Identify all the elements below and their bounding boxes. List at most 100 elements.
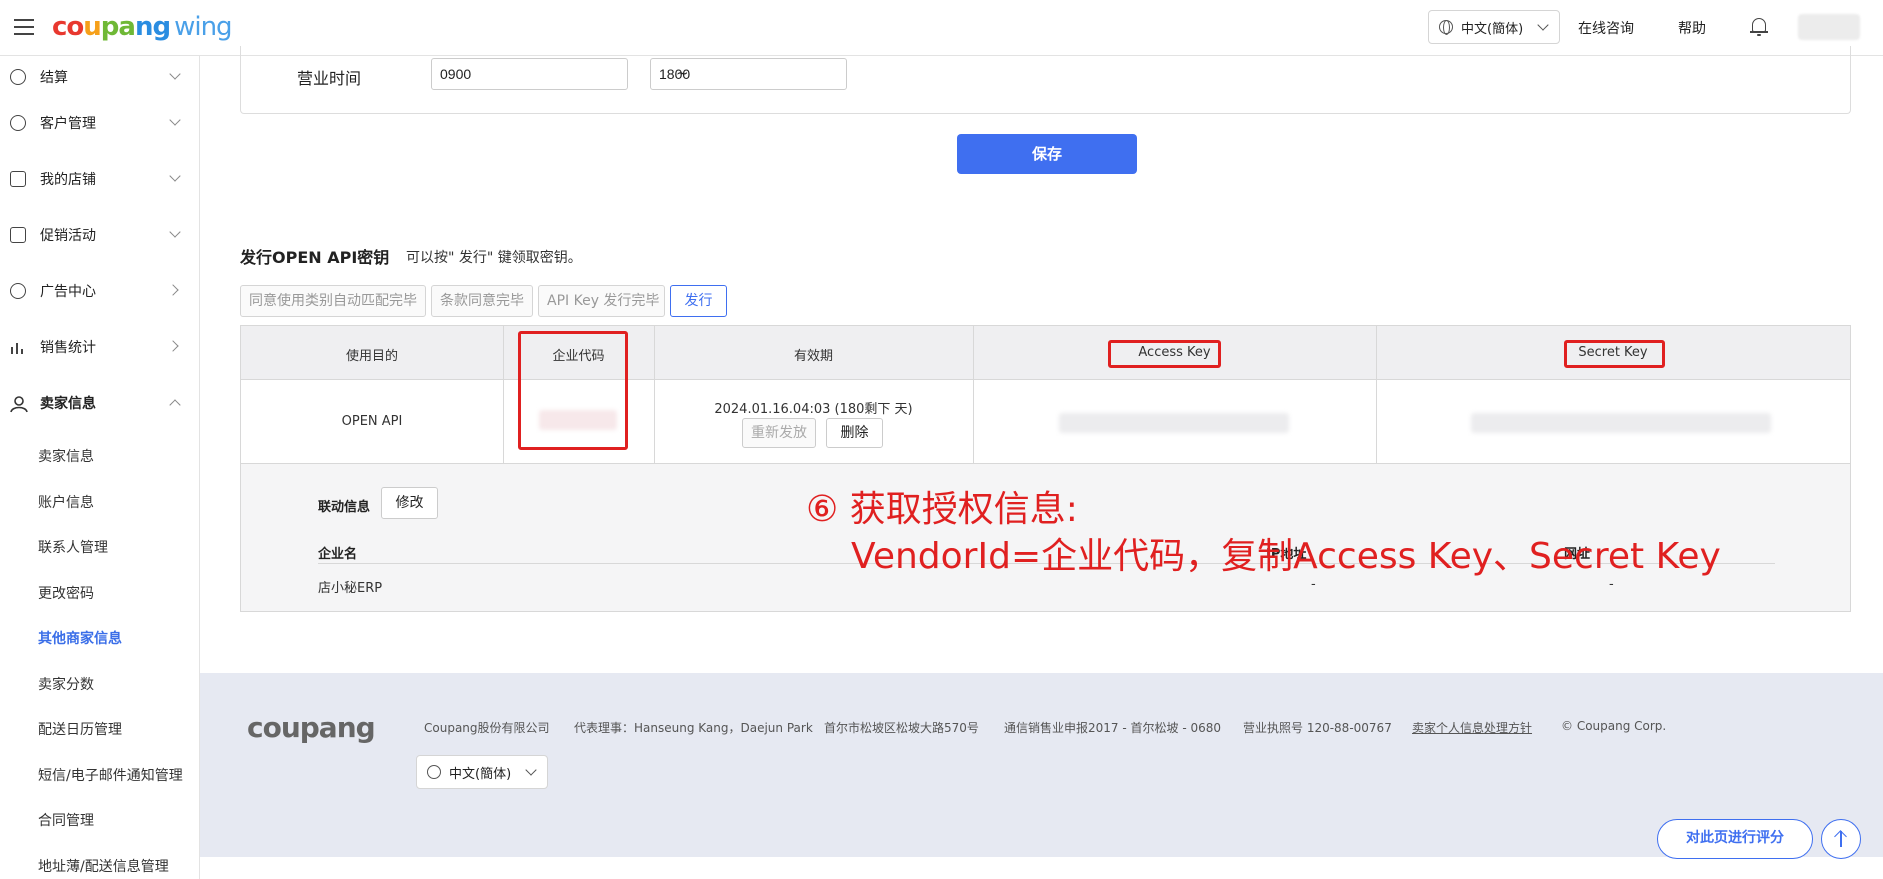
sidebar-item-label: 结算 xyxy=(40,70,68,86)
sidebar-subitem-account-info[interactable]: 账户信息 xyxy=(38,492,94,512)
chevron-down-icon xyxy=(1537,19,1549,31)
logo-wing: wing xyxy=(174,12,232,42)
scroll-top-button[interactable] xyxy=(1821,819,1861,859)
logo-part: u xyxy=(83,12,101,42)
sidebar-item-ads[interactable]: 广告中心 xyxy=(0,276,199,306)
footer-telecom: 通信销售业申报2017 - 首尔松坡 - 0680 xyxy=(1004,721,1221,735)
arrow-up-head xyxy=(1834,830,1847,843)
footer-company: Coupang股份有限公司 xyxy=(424,721,550,735)
footer-copyright: © Coupang Corp. xyxy=(1561,719,1667,733)
online-consult-link[interactable]: 在线咨询 xyxy=(1578,18,1634,38)
footer-license: 营业执照号 120-88-00767 xyxy=(1243,721,1392,735)
footer-address: 首尔市松坡区松坡大路570号 xyxy=(824,721,979,735)
sidebar-item-label: 促销活动 xyxy=(40,228,96,244)
footer: coupang Coupang股份有限公司 代表理事：Hanseung Kang… xyxy=(200,673,1883,859)
bar-chart-icon xyxy=(10,339,26,355)
sidebar-subitem-delivery-calendar[interactable]: 配送日历管理 xyxy=(38,719,122,739)
sidebar-subitem-address-book[interactable]: 地址薄/配送信息管理 xyxy=(38,856,169,876)
globe-icon xyxy=(427,765,441,779)
sidebar-item-settlement[interactable]: 结算 xyxy=(0,62,199,92)
logo-part: ng xyxy=(134,12,171,42)
sidebar-item-label: 销售统计 xyxy=(40,340,96,356)
sidebar: 结算 客户管理 我的店铺 促销活动 广告中心 销售统计 卖家信息 卖家信息 账户… xyxy=(0,56,200,879)
sidebar-subitem-other-merchant-info[interactable]: 其他商家信息 xyxy=(38,628,122,648)
column-header-purpose: 使用目的 xyxy=(345,349,398,364)
logo-part: co xyxy=(52,12,84,42)
step-terms-agree: 条款同意完毕 xyxy=(431,285,533,317)
reissue-button[interactable]: 重新发放 xyxy=(742,418,816,448)
language-value: 中文(簡体) xyxy=(1461,21,1524,37)
coupang-wing-logo[interactable]: coupang wing xyxy=(52,12,233,42)
logo-part: pa xyxy=(100,12,136,42)
delete-button[interactable]: 删除 xyxy=(826,418,883,448)
highlight-access-key xyxy=(1108,340,1221,368)
issue-button[interactable]: 发行 xyxy=(670,285,727,317)
sidebar-subitem-notifications[interactable]: 短信/电子邮件通知管理 xyxy=(38,765,183,785)
modify-button[interactable]: 修改 xyxy=(381,487,438,519)
column-divider xyxy=(503,326,504,464)
cell-validity: 2024.01.16.04:03 (180剩下 天) xyxy=(714,402,913,417)
store-icon xyxy=(10,171,26,187)
chevron-down-icon xyxy=(169,114,181,126)
business-hours-section: 营业时间 0900 ~ 1800 xyxy=(240,46,1851,114)
help-link[interactable]: 帮助 xyxy=(1678,18,1706,38)
smile-icon xyxy=(10,115,26,131)
sidebar-subitem-change-password[interactable]: 更改密码 xyxy=(38,583,94,603)
column-header-validity: 有效期 xyxy=(793,349,833,364)
access-key-redacted xyxy=(1059,413,1289,433)
chevron-down-icon xyxy=(169,226,181,238)
sidebar-subitem-contracts[interactable]: 合同管理 xyxy=(38,810,94,830)
annotation-step-title: ⑥ 获取授权信息: xyxy=(806,489,1078,530)
footer-privacy-link[interactable]: 卖家个人信息处理方针 xyxy=(1412,719,1532,736)
column-header-company-name: 企业名 xyxy=(318,547,358,562)
step-category-agree: 同意使用类别自动匹配完毕 xyxy=(240,285,426,317)
highlight-company-code xyxy=(518,331,628,450)
chevron-down-icon xyxy=(169,170,181,182)
sidebar-item-sales-stats[interactable]: 销售统计 xyxy=(0,332,199,362)
rate-page-button[interactable]: 对此页进行评分 xyxy=(1657,819,1813,859)
close-time-input[interactable]: 1800 xyxy=(650,58,847,90)
user-icon xyxy=(10,395,28,413)
chevron-right-icon xyxy=(167,284,179,296)
sidebar-item-label: 广告中心 xyxy=(40,284,96,300)
bell-icon[interactable] xyxy=(1750,16,1768,36)
sidebar-item-customer[interactable]: 客户管理 xyxy=(0,108,199,138)
step-key-issued: API Key 发行完毕 xyxy=(538,285,665,317)
won-icon xyxy=(10,69,26,85)
sidebar-subitem-seller-info[interactable]: 卖家信息 xyxy=(38,446,94,466)
chevron-down-icon xyxy=(169,68,181,80)
chevron-right-icon xyxy=(167,340,179,352)
link-info-label: 联动信息 xyxy=(318,500,371,515)
footer-ceo: 代表理事：Hanseung Kang，Daejun Park xyxy=(574,721,813,735)
chevron-down-icon xyxy=(525,764,537,776)
highlight-secret-key xyxy=(1564,340,1665,368)
column-divider xyxy=(973,326,974,464)
sidebar-item-label: 我的店铺 xyxy=(40,172,96,188)
column-divider xyxy=(1376,326,1377,464)
chevron-up-icon xyxy=(169,399,181,411)
sidebar-item-label: 卖家信息 xyxy=(40,396,96,412)
sidebar-subitem-seller-score[interactable]: 卖家分数 xyxy=(38,674,94,694)
cell-purpose: OPEN API xyxy=(341,414,403,429)
sidebar-subitem-contacts[interactable]: 联系人管理 xyxy=(38,537,108,557)
secret-key-redacted xyxy=(1471,413,1771,433)
footer-logo: coupang xyxy=(247,711,376,744)
ticket-icon xyxy=(10,227,26,243)
pie-icon xyxy=(10,283,26,299)
table-row: OPEN API 2024.01.16.04:03 (180剩下 天) 重新发放… xyxy=(241,380,1850,464)
api-section-title: 发行OPEN API密钥 xyxy=(240,248,390,267)
sidebar-item-promotion[interactable]: 促销活动 xyxy=(0,220,199,250)
account-menu[interactable] xyxy=(1798,14,1860,40)
cell-company-name: 店小秘ERP xyxy=(318,581,383,596)
api-section-hint: 可以按" 发行" 键领取密钥。 xyxy=(406,250,582,266)
footer-language-select[interactable]: 中文(簡体) xyxy=(416,755,548,789)
sidebar-item-store[interactable]: 我的店铺 xyxy=(0,164,199,194)
column-divider xyxy=(654,326,655,464)
menu-icon[interactable] xyxy=(14,19,34,35)
save-button[interactable]: 保存 xyxy=(957,134,1137,174)
open-time-input[interactable]: 0900 xyxy=(431,58,628,90)
globe-icon xyxy=(1439,20,1453,35)
sidebar-item-seller-info[interactable]: 卖家信息 xyxy=(0,388,199,418)
language-select[interactable]: 中文(簡体) xyxy=(1428,10,1560,44)
business-hours-label: 营业时间 xyxy=(297,69,362,88)
